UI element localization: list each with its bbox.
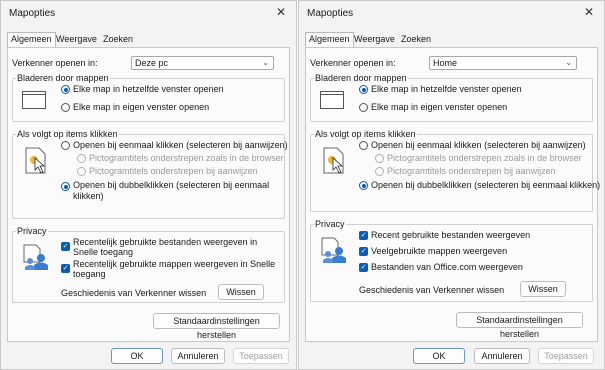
title-bar: Mapopties ✕: [299, 1, 604, 25]
option-underline-browser: Pictogramtitels onderstrepen zoals in de…: [89, 153, 284, 163]
tab-page-general: Verkenner openen in: Deze pc ⌄ Bladeren …: [7, 47, 290, 342]
click-items-group: Als volgt op items klikken Openen bij ee…: [12, 129, 288, 219]
radio-underline-hover: [77, 167, 86, 176]
radio-double-click[interactable]: [359, 181, 368, 190]
option-single-click: Openen bij eenmaal klikken (selecteren b…: [371, 140, 586, 150]
privacy-recent-files-line1: Recentelijk gebruikte bestanden weergeve…: [73, 237, 258, 247]
checkbox-recent-files[interactable]: ✓: [61, 242, 70, 251]
apply-button: Toepassen: [538, 348, 594, 364]
click-items-label: Als volgt op items klikken: [16, 129, 119, 139]
close-icon[interactable]: ✕: [274, 5, 288, 19]
click-items-group: Als volgt op items klikken Openen bij ee…: [310, 129, 600, 212]
cancel-button[interactable]: Annuleren: [474, 348, 530, 364]
option-own-window: Elke map in eigen venster openen: [73, 102, 210, 112]
checkbox-frequent-folders[interactable]: ✓: [359, 247, 368, 256]
screenshot: Mapopties ✕ Algemeen Weergave Zoeken Ver…: [0, 0, 605, 370]
privacy-label: Privacy: [314, 219, 346, 229]
radio-underline-browser: [77, 154, 86, 163]
radio-single-click[interactable]: [359, 141, 368, 150]
close-icon[interactable]: ✕: [582, 5, 596, 19]
chevron-down-icon: ⌄: [262, 58, 269, 67]
dialog-title: Mapopties: [9, 8, 56, 19]
window-icon: [22, 91, 46, 109]
ok-button[interactable]: OK: [111, 348, 163, 364]
radio-underline-hover: [375, 167, 384, 176]
open-in-dropdown[interactable]: Home ⌄: [429, 56, 577, 70]
tab-general[interactable]: Algemeen: [305, 32, 354, 48]
open-in-dropdown[interactable]: Deze pc ⌄: [131, 56, 274, 70]
option-underline-hover: Pictogramtitels onderstrepen bij aanwijz…: [387, 166, 556, 176]
privacy-group: Privacy ✓ Recentelijk gebruikte bestande…: [12, 226, 285, 303]
click-items-label: Als volgt op items klikken: [314, 129, 417, 139]
tab-search[interactable]: Zoeken: [100, 33, 136, 47]
privacy-recent-files: Recent gebruikte bestanden weergeven: [371, 230, 531, 240]
click-cursor-icon: [25, 147, 46, 174]
option-single-click: Openen bij eenmaal klikken (selecteren b…: [73, 140, 288, 150]
browse-folders-label: Bladeren door mappen: [314, 73, 408, 83]
option-double-click: Openen bij dubbelklikken (selecteren bij…: [371, 180, 601, 190]
restore-defaults-button[interactable]: Standaardinstellingen herstellen: [456, 312, 583, 339]
browse-folders-label: Bladeren door mappen: [16, 73, 110, 83]
tab-view[interactable]: Weergave: [53, 33, 100, 47]
privacy-group: Privacy ✓ Recent gebruikte bestanden wee…: [310, 219, 593, 302]
title-bar: Mapopties ✕: [1, 1, 296, 25]
option-own-window: Elke map in eigen venster openen: [371, 102, 508, 112]
privacy-shield-icon: [23, 244, 48, 270]
open-in-label: Verkenner openen in:: [12, 58, 98, 68]
option-double-click-line1: Openen bij dubbelklikken (selecteren bij…: [73, 180, 270, 190]
open-in-value: Deze pc: [135, 58, 169, 68]
privacy-shield-icon: [321, 237, 346, 263]
option-underline-hover: Pictogramtitels onderstrepen bij aanwijz…: [89, 166, 258, 176]
checkbox-recent-files[interactable]: ✓: [359, 231, 368, 240]
radio-same-window[interactable]: [61, 85, 70, 94]
open-in-value: Home: [433, 58, 458, 68]
privacy-label: Privacy: [16, 226, 48, 236]
tab-view[interactable]: Weergave: [351, 33, 398, 47]
radio-underline-browser: [375, 154, 384, 163]
tab-page-general: Verkenner openen in: Home ⌄ Bladeren doo…: [305, 47, 600, 342]
radio-single-click[interactable]: [61, 141, 70, 150]
option-same-window: Elke map in hetzelfde venster openen: [73, 84, 224, 94]
folder-options-dialog-right: Mapopties ✕ Algemeen Weergave Zoeken Ver…: [298, 0, 605, 370]
privacy-office-files: Bestanden van Office.com weergeven: [371, 262, 523, 272]
checkbox-office-files[interactable]: ✓: [359, 263, 368, 272]
cancel-button[interactable]: Annuleren: [171, 348, 225, 364]
click-cursor-icon: [323, 147, 344, 174]
dialog-title: Mapopties: [307, 8, 354, 19]
history-label: Geschiedenis van Verkenner wissen: [359, 285, 505, 295]
tab-search[interactable]: Zoeken: [398, 33, 434, 47]
ok-button[interactable]: OK: [413, 348, 465, 364]
option-underline-browser: Pictogramtitels onderstrepen zoals in de…: [387, 153, 582, 163]
privacy-frequent-folders: Veelgebruikte mappen weergeven: [371, 246, 508, 256]
restore-defaults-button[interactable]: Standaardinstellingen herstellen: [153, 313, 280, 340]
checkbox-recent-folders[interactable]: ✓: [61, 264, 70, 273]
radio-double-click[interactable]: [61, 182, 70, 191]
clear-history-button[interactable]: Wissen: [218, 284, 264, 300]
open-in-label: Verkenner openen in:: [310, 58, 396, 68]
tab-general[interactable]: Algemeen: [7, 32, 56, 48]
privacy-recent-folders-line1: Recentelijk gebruikte mappen weergeven i…: [73, 259, 276, 269]
privacy-recent-folders-line2: toegang: [73, 269, 106, 279]
browse-folders-group: Bladeren door mappen Elke map in hetzelf…: [12, 73, 285, 122]
option-same-window: Elke map in hetzelfde venster openen: [371, 84, 522, 94]
radio-own-window[interactable]: [61, 103, 70, 112]
chevron-down-icon: ⌄: [565, 58, 572, 67]
privacy-recent-files-line2: Snelle toegang: [73, 247, 134, 257]
folder-options-dialog-left: Mapopties ✕ Algemeen Weergave Zoeken Ver…: [0, 0, 297, 370]
history-label: Geschiedenis van Verkenner wissen: [61, 288, 207, 298]
browse-folders-group: Bladeren door mappen Elke map in hetzelf…: [310, 73, 593, 122]
window-icon: [320, 91, 344, 109]
apply-button: Toepassen: [233, 348, 289, 364]
radio-same-window[interactable]: [359, 85, 368, 94]
option-double-click-line2: klikken): [73, 191, 104, 201]
clear-history-button[interactable]: Wissen: [520, 281, 566, 297]
radio-own-window[interactable]: [359, 103, 368, 112]
